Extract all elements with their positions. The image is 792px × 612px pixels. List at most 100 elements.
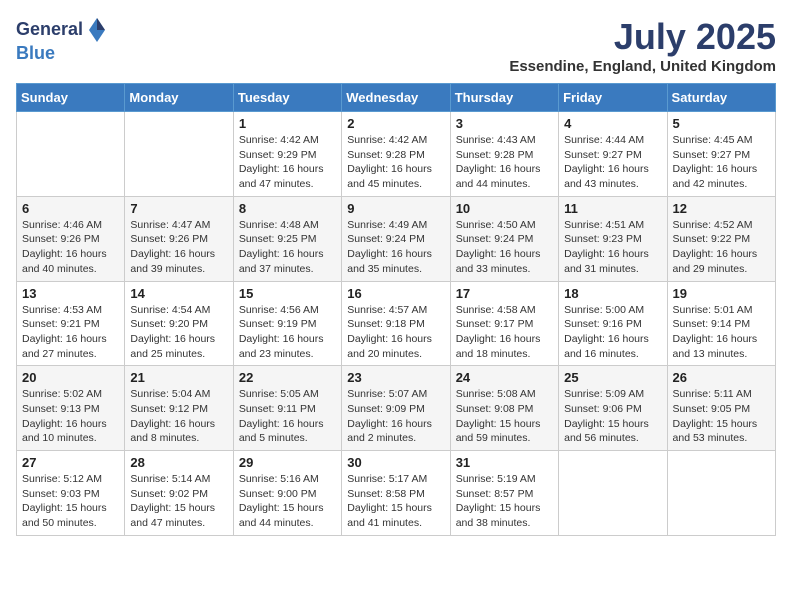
day-header-wednesday: Wednesday	[342, 84, 450, 112]
calendar-cell: 8 Sunrise: 4:48 AM Sunset: 9:25 PM Daylig…	[233, 196, 341, 281]
calendar-cell: 11Sunrise: 4:51 AM Sunset: 9:23 PM Dayli…	[559, 196, 667, 281]
day-number: 8	[239, 201, 336, 216]
day-number: 17	[456, 286, 553, 301]
day-info: Sunrise: 4:51 AM Sunset: 9:23 PM Dayligh…	[564, 218, 661, 277]
day-info: Sunrise: 5:11 AM Sunset: 9:05 PM Dayligh…	[673, 387, 770, 446]
day-number: 13	[22, 286, 119, 301]
day-info: Sunrise: 4:48 AM Sunset: 9:25 PM Dayligh…	[239, 218, 336, 277]
logo-blue-text: Blue	[16, 44, 107, 64]
day-number: 31	[456, 455, 553, 470]
day-number: 26	[673, 370, 770, 385]
day-info: Sunrise: 4:57 AM Sunset: 9:18 PM Dayligh…	[347, 303, 444, 362]
day-number: 16	[347, 286, 444, 301]
calendar-cell: 14Sunrise: 4:54 AM Sunset: 9:20 PM Dayli…	[125, 281, 233, 366]
calendar-cell: 6 Sunrise: 4:46 AM Sunset: 9:26 PM Daylig…	[17, 196, 125, 281]
calendar-cell: 20 Sunrise: 5:02 AM Sunset: 9:13 PM Dayli…	[17, 366, 125, 451]
day-header-tuesday: Tuesday	[233, 84, 341, 112]
day-info: Sunrise: 5:05 AM Sunset: 9:11 PM Dayligh…	[239, 387, 336, 446]
day-number: 20	[22, 370, 119, 385]
day-info: Sunrise: 5:14 AM Sunset: 9:02 PM Dayligh…	[130, 472, 227, 531]
calendar-week-2: 6 Sunrise: 4:46 AM Sunset: 9:26 PM Daylig…	[17, 196, 776, 281]
day-info: Sunrise: 4:42 AM Sunset: 9:29 PM Dayligh…	[239, 133, 336, 192]
calendar-cell: 30 Sunrise: 5:17 AM Sunset: 8:58 PM Dayli…	[342, 451, 450, 536]
calendar-cell: 29Sunrise: 5:16 AM Sunset: 9:00 PM Dayli…	[233, 451, 341, 536]
logo-general-text: General	[16, 20, 83, 40]
day-info: Sunrise: 5:19 AM Sunset: 8:57 PM Dayligh…	[456, 472, 553, 531]
day-header-thursday: Thursday	[450, 84, 558, 112]
calendar-week-3: 13 Sunrise: 4:53 AM Sunset: 9:21 PM Dayli…	[17, 281, 776, 366]
calendar-header-row: SundayMondayTuesdayWednesdayThursdayFrid…	[17, 84, 776, 112]
calendar: SundayMondayTuesdayWednesdayThursdayFrid…	[16, 83, 776, 536]
calendar-cell: 27 Sunrise: 5:12 AM Sunset: 9:03 PM Dayli…	[17, 451, 125, 536]
calendar-cell: 7 Sunrise: 4:47 AM Sunset: 9:26 PM Daylig…	[125, 196, 233, 281]
day-info: Sunrise: 4:52 AM Sunset: 9:22 PM Dayligh…	[673, 218, 770, 277]
calendar-cell: 3 Sunrise: 4:43 AM Sunset: 9:28 PM Daylig…	[450, 112, 558, 197]
month-title: July 2025	[509, 16, 776, 58]
day-info: Sunrise: 5:00 AM Sunset: 9:16 PM Dayligh…	[564, 303, 661, 362]
day-number: 25	[564, 370, 661, 385]
title-area: July 2025 Essendine, England, United Kin…	[509, 16, 776, 75]
day-header-monday: Monday	[125, 84, 233, 112]
calendar-cell: 19Sunrise: 5:01 AM Sunset: 9:14 PM Dayli…	[667, 281, 775, 366]
day-number: 12	[673, 201, 770, 216]
calendar-cell: 4Sunrise: 4:44 AM Sunset: 9:27 PM Daylig…	[559, 112, 667, 197]
day-info: Sunrise: 4:53 AM Sunset: 9:21 PM Dayligh…	[22, 303, 119, 362]
calendar-cell: 12 Sunrise: 4:52 AM Sunset: 9:22 PM Dayli…	[667, 196, 775, 281]
calendar-cell: 18Sunrise: 5:00 AM Sunset: 9:16 PM Dayli…	[559, 281, 667, 366]
day-info: Sunrise: 5:02 AM Sunset: 9:13 PM Dayligh…	[22, 387, 119, 446]
day-number: 29	[239, 455, 336, 470]
day-info: Sunrise: 4:54 AM Sunset: 9:20 PM Dayligh…	[130, 303, 227, 362]
calendar-cell: 17Sunrise: 4:58 AM Sunset: 9:17 PM Dayli…	[450, 281, 558, 366]
calendar-cell: 5 Sunrise: 4:45 AM Sunset: 9:27 PM Daylig…	[667, 112, 775, 197]
calendar-body: 1 Sunrise: 4:42 AM Sunset: 9:29 PM Daylig…	[17, 112, 776, 536]
calendar-cell: 24 Sunrise: 5:08 AM Sunset: 9:08 PM Dayli…	[450, 366, 558, 451]
day-number: 7	[130, 201, 227, 216]
calendar-week-5: 27 Sunrise: 5:12 AM Sunset: 9:03 PM Dayli…	[17, 451, 776, 536]
page-header: General Blue July 2025 Essendine, Englan…	[16, 16, 776, 75]
day-number: 28	[130, 455, 227, 470]
day-info: Sunrise: 4:49 AM Sunset: 9:24 PM Dayligh…	[347, 218, 444, 277]
day-info: Sunrise: 5:17 AM Sunset: 8:58 PM Dayligh…	[347, 472, 444, 531]
calendar-cell: 15Sunrise: 4:56 AM Sunset: 9:19 PM Dayli…	[233, 281, 341, 366]
day-header-saturday: Saturday	[667, 84, 775, 112]
day-info: Sunrise: 4:46 AM Sunset: 9:26 PM Dayligh…	[22, 218, 119, 277]
calendar-cell	[17, 112, 125, 197]
day-number: 30	[347, 455, 444, 470]
day-number: 19	[673, 286, 770, 301]
calendar-week-1: 1 Sunrise: 4:42 AM Sunset: 9:29 PM Daylig…	[17, 112, 776, 197]
day-info: Sunrise: 5:12 AM Sunset: 9:03 PM Dayligh…	[22, 472, 119, 531]
day-number: 24	[456, 370, 553, 385]
day-number: 27	[22, 455, 119, 470]
calendar-cell: 31 Sunrise: 5:19 AM Sunset: 8:57 PM Dayli…	[450, 451, 558, 536]
calendar-cell: 16 Sunrise: 4:57 AM Sunset: 9:18 PM Dayli…	[342, 281, 450, 366]
day-info: Sunrise: 4:43 AM Sunset: 9:28 PM Dayligh…	[456, 133, 553, 192]
day-number: 2	[347, 116, 444, 131]
day-number: 5	[673, 116, 770, 131]
day-info: Sunrise: 5:04 AM Sunset: 9:12 PM Dayligh…	[130, 387, 227, 446]
day-info: Sunrise: 4:45 AM Sunset: 9:27 PM Dayligh…	[673, 133, 770, 192]
calendar-cell: 2Sunrise: 4:42 AM Sunset: 9:28 PM Daylig…	[342, 112, 450, 197]
calendar-cell	[667, 451, 775, 536]
day-info: Sunrise: 5:09 AM Sunset: 9:06 PM Dayligh…	[564, 387, 661, 446]
calendar-cell	[559, 451, 667, 536]
day-number: 15	[239, 286, 336, 301]
calendar-cell: 23Sunrise: 5:07 AM Sunset: 9:09 PM Dayli…	[342, 366, 450, 451]
calendar-cell: 21 Sunrise: 5:04 AM Sunset: 9:12 PM Dayli…	[125, 366, 233, 451]
day-number: 6	[22, 201, 119, 216]
day-number: 21	[130, 370, 227, 385]
calendar-cell: 13 Sunrise: 4:53 AM Sunset: 9:21 PM Dayli…	[17, 281, 125, 366]
day-number: 3	[456, 116, 553, 131]
day-info: Sunrise: 5:07 AM Sunset: 9:09 PM Dayligh…	[347, 387, 444, 446]
day-number: 9	[347, 201, 444, 216]
calendar-cell: 9 Sunrise: 4:49 AM Sunset: 9:24 PM Daylig…	[342, 196, 450, 281]
day-info: Sunrise: 4:47 AM Sunset: 9:26 PM Dayligh…	[130, 218, 227, 277]
calendar-week-4: 20 Sunrise: 5:02 AM Sunset: 9:13 PM Dayli…	[17, 366, 776, 451]
day-number: 4	[564, 116, 661, 131]
day-info: Sunrise: 5:08 AM Sunset: 9:08 PM Dayligh…	[456, 387, 553, 446]
logo-icon	[87, 16, 107, 44]
calendar-cell: 1 Sunrise: 4:42 AM Sunset: 9:29 PM Daylig…	[233, 112, 341, 197]
calendar-cell: 25 Sunrise: 5:09 AM Sunset: 9:06 PM Dayli…	[559, 366, 667, 451]
logo: General Blue	[16, 16, 107, 64]
day-number: 1	[239, 116, 336, 131]
day-header-sunday: Sunday	[17, 84, 125, 112]
